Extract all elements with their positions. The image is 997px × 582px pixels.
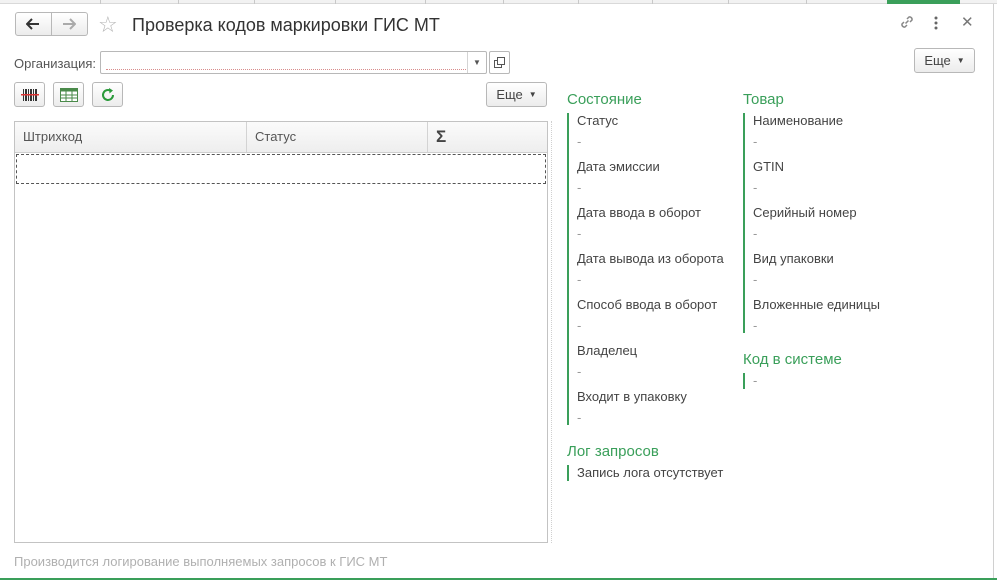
field-label: Способ ввода в оборот bbox=[577, 297, 718, 312]
sigma-icon[interactable]: Σ bbox=[428, 122, 547, 152]
bottom-status-line bbox=[0, 578, 997, 582]
field-label: Дата эмиссии bbox=[577, 159, 660, 174]
form-window: ☆ Проверка кодов маркировки ГИС МТ ✕ Еще… bbox=[0, 4, 994, 578]
organization-field[interactable]: ▼ bbox=[100, 51, 487, 74]
link-icon[interactable] bbox=[899, 14, 915, 34]
field-label: Входит в упаковку bbox=[577, 389, 687, 404]
table-row[interactable] bbox=[16, 154, 546, 184]
refresh-button[interactable] bbox=[92, 82, 123, 107]
kebab-menu-icon[interactable] bbox=[933, 16, 939, 34]
header-more-button[interactable]: Еще ▼ bbox=[914, 48, 975, 73]
organization-label: Организация: bbox=[14, 56, 97, 71]
field-value: - bbox=[577, 272, 582, 287]
chevron-down-icon[interactable]: ▼ bbox=[467, 52, 486, 73]
field-label: Владелец bbox=[577, 343, 638, 358]
page-title: Проверка кодов маркировки ГИС МТ bbox=[132, 15, 440, 35]
column-header-status[interactable]: Статус bbox=[247, 122, 428, 152]
back-button[interactable] bbox=[15, 12, 52, 36]
field-value: - bbox=[753, 180, 758, 195]
load-from-table-button[interactable] bbox=[53, 82, 84, 107]
field-value: - bbox=[753, 226, 758, 241]
column-header-barcode[interactable]: Штрихкод bbox=[15, 122, 247, 152]
field-label: Серийный номер bbox=[753, 205, 857, 220]
forward-button[interactable] bbox=[51, 12, 88, 36]
field-value: - bbox=[577, 134, 582, 149]
open-icon[interactable] bbox=[489, 51, 510, 74]
navigation-buttons bbox=[15, 12, 88, 36]
refresh-icon bbox=[101, 87, 114, 101]
field-value: - bbox=[753, 373, 758, 388]
splitter[interactable] bbox=[551, 121, 552, 543]
section-code: - bbox=[743, 373, 903, 389]
field-label: Наименование bbox=[753, 113, 844, 128]
section-log: Запись лога отсутствует bbox=[567, 465, 737, 481]
field-value: - bbox=[577, 226, 582, 241]
scan-barcode-button[interactable] bbox=[14, 82, 45, 107]
section-product: Наименование - GTIN - Серийный номер - В… bbox=[743, 113, 903, 333]
arrow-right-icon bbox=[63, 18, 77, 30]
field-value: - bbox=[753, 272, 758, 287]
required-underline bbox=[106, 69, 466, 70]
field-value: - bbox=[577, 318, 582, 333]
codes-table[interactable]: Штрихкод Статус Σ bbox=[14, 121, 548, 543]
field-value: - bbox=[753, 318, 758, 333]
log-value: Запись лога отсутствует bbox=[577, 465, 724, 480]
table-header: Штрихкод Статус Σ bbox=[15, 122, 547, 153]
section-title-code[interactable]: Код в системе bbox=[743, 351, 842, 368]
star-icon[interactable]: ☆ bbox=[98, 14, 118, 36]
field-value: - bbox=[577, 180, 582, 195]
field-label: Вложенные единицы bbox=[753, 297, 880, 312]
field-value: - bbox=[577, 410, 582, 425]
field-value: - bbox=[753, 134, 758, 149]
more-label: Еще bbox=[496, 87, 523, 102]
field-label: Вид упаковки bbox=[753, 251, 834, 266]
section-title-log[interactable]: Лог запросов bbox=[567, 443, 659, 460]
arrow-left-icon bbox=[26, 18, 40, 30]
field-label: Дата вывода из оборота bbox=[577, 251, 724, 266]
more-label: Еще bbox=[924, 53, 951, 68]
field-label: Дата ввода в оборот bbox=[577, 205, 701, 220]
field-label: Статус bbox=[577, 113, 619, 128]
field-label: GTIN bbox=[753, 159, 785, 174]
table-more-button[interactable]: Еще ▼ bbox=[486, 82, 547, 107]
close-icon[interactable]: ✕ bbox=[961, 15, 974, 31]
barcode-scan-icon bbox=[20, 88, 39, 101]
section-title-state[interactable]: Состояние bbox=[567, 91, 642, 108]
table-load-icon bbox=[59, 87, 78, 102]
section-title-product[interactable]: Товар bbox=[743, 91, 784, 108]
section-state: Статус - Дата эмиссии - Дата ввода в обо… bbox=[567, 113, 727, 425]
chevron-down-icon: ▼ bbox=[956, 56, 965, 65]
footer-note: Производится логирование выполняемых зап… bbox=[14, 554, 388, 569]
field-value: - bbox=[577, 364, 582, 379]
chevron-down-icon: ▼ bbox=[528, 90, 537, 99]
